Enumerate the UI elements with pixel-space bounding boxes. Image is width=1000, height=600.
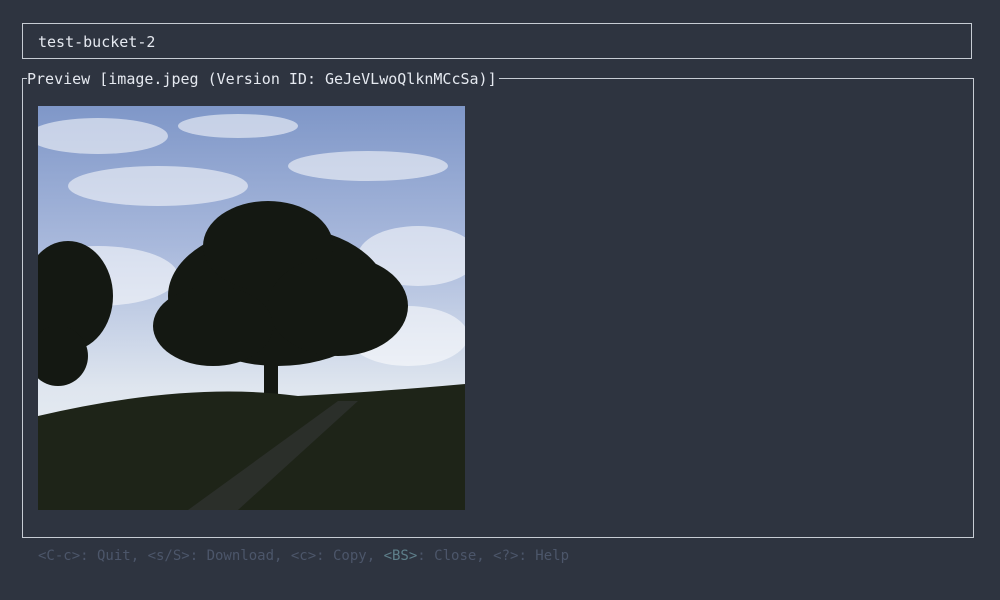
preview-panel: Preview [image.jpeg (Version ID: GeJeVLw… — [22, 69, 974, 538]
footer-close-key: <BS> — [383, 548, 418, 564]
keybinding-help: <C-c>: Quit, <s/S>: Download, <c>: Copy,… — [38, 548, 569, 564]
tree-photo — [38, 106, 465, 510]
footer-text-2: : Close, <?>: Help — [417, 548, 570, 564]
bucket-name: test-bucket-2 — [38, 33, 156, 51]
image-preview — [38, 106, 465, 510]
preview-title: Preview [image.jpeg (Version ID: GeJeVLw… — [27, 69, 499, 89]
bucket-name-box: test-bucket-2 — [22, 23, 972, 59]
footer-text-1: <C-c>: Quit, <s/S>: Download, <c>: Copy, — [38, 548, 384, 564]
